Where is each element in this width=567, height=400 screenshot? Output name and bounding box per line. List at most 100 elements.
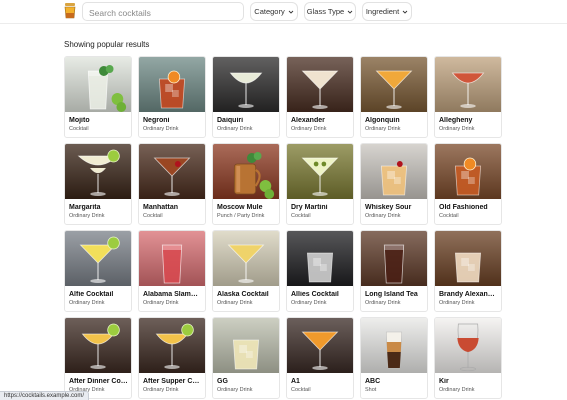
cocktail-card[interactable]: Moscow Mule Punch / Party Drink <box>212 143 280 225</box>
cocktail-card[interactable]: Allegheny Ordinary Drink <box>434 56 502 138</box>
cocktail-name[interactable]: Margarita <box>69 204 131 211</box>
cocktail-image[interactable] <box>287 231 353 286</box>
cocktail-name[interactable]: Manhattan <box>143 204 205 211</box>
cocktail-card[interactable]: Old Fashioned Cocktail <box>434 143 502 225</box>
cocktail-card[interactable]: Daiquiri Ordinary Drink <box>212 56 280 138</box>
cocktail-card[interactable]: After Supper Cocktail Ordinary Drink <box>138 317 206 399</box>
glass-type-filter[interactable]: Glass Type <box>304 2 356 21</box>
cocktail-image[interactable] <box>65 318 131 373</box>
cocktail-card[interactable]: After Dinner CocktailOrdinary Drink <box>64 317 132 399</box>
cocktail-card[interactable]: Whiskey Sour Ordinary Drink <box>360 143 428 225</box>
cocktail-name[interactable]: Alexander <box>291 117 353 124</box>
cocktail-category: Ordinary Drink <box>439 387 475 393</box>
cocktail-image[interactable] <box>139 318 205 373</box>
cocktail-card[interactable]: Alaska Cocktail Ordinary Drink <box>212 230 280 312</box>
cocktail-name[interactable]: GG <box>217 378 279 385</box>
cocktail-image[interactable] <box>213 144 279 199</box>
cocktail-card[interactable]: Brandy Alexander Ordinary Drink <box>434 230 502 312</box>
cocktail-name[interactable]: Brandy Alexander <box>439 291 501 298</box>
chevron-down-icon <box>288 10 294 14</box>
cocktail-image[interactable] <box>139 144 205 199</box>
cocktail-name[interactable]: After Dinner Cocktail <box>69 378 131 385</box>
cocktail-name[interactable]: Alaska Cocktail <box>217 291 279 298</box>
cocktail-card[interactable]: Kir Ordinary Drink <box>434 317 502 399</box>
cocktail-image[interactable] <box>361 231 427 286</box>
cocktail-image[interactable] <box>361 318 427 373</box>
cocktail-category: Cocktail <box>143 213 163 219</box>
cocktail-category: Punch / Party Drink <box>217 213 265 219</box>
cocktail-name[interactable]: Dry Martini <box>291 204 353 211</box>
cocktail-image[interactable] <box>435 57 501 112</box>
cocktail-image[interactable] <box>287 318 353 373</box>
cocktail-card[interactable]: Manhattan Cocktail <box>138 143 206 225</box>
cocktail-image[interactable] <box>139 231 205 286</box>
cocktail-name[interactable]: Alabama Slammer <box>143 291 205 298</box>
category-filter[interactable]: Category <box>250 2 298 21</box>
cocktail-image[interactable] <box>213 231 279 286</box>
cocktail-category: Cocktail <box>69 126 89 132</box>
cocktail-category: Ordinary Drink <box>365 126 401 132</box>
cocktail-image[interactable] <box>213 318 279 373</box>
cocktail-name[interactable]: Allies Cocktail <box>291 291 353 298</box>
cocktail-category: Ordinary Drink <box>217 126 253 132</box>
cocktail-image[interactable] <box>435 231 501 286</box>
cocktail-image[interactable] <box>65 144 131 199</box>
cocktail-image[interactable] <box>435 318 501 373</box>
cocktail-name[interactable]: Moscow Mule <box>217 204 279 211</box>
search-box[interactable] <box>82 2 244 22</box>
chevron-down-icon <box>347 10 353 14</box>
cocktail-card[interactable]: Long Island Tea Ordinary Drink <box>360 230 428 312</box>
cocktail-card[interactable]: Alabama Slammer Ordinary Drink <box>138 230 206 312</box>
cocktail-category: Ordinary Drink <box>143 387 179 393</box>
header: Category Glass Type Ingredient <box>0 0 567 24</box>
cocktail-name[interactable]: Mojito <box>69 117 131 124</box>
cocktail-category: Ordinary Drink <box>143 126 179 132</box>
cocktail-card[interactable]: Negroni Ordinary Drink <box>138 56 206 138</box>
cocktail-card[interactable]: Alexander Ordinary Drink <box>286 56 354 138</box>
cocktail-image[interactable] <box>287 57 353 112</box>
search-input[interactable] <box>83 4 243 22</box>
cocktail-card[interactable]: Mojito Cocktail <box>64 56 132 138</box>
cocktail-card[interactable]: Dry Martini Cocktail <box>286 143 354 225</box>
cocktail-grid: Mojito Cocktail Negroni Ordinary Drink Dai… <box>64 56 504 399</box>
cocktail-name[interactable]: Algonquin <box>365 117 427 124</box>
logo-icon[interactable] <box>62 2 78 20</box>
cocktail-category: Ordinary Drink <box>365 213 401 219</box>
cocktail-name[interactable]: Kir <box>439 378 501 385</box>
cocktail-card[interactable]: Allies Cocktail Ordinary Drink <box>286 230 354 312</box>
cocktail-image[interactable] <box>65 231 131 286</box>
cocktail-card[interactable]: ABC Shot <box>360 317 428 399</box>
cocktail-category: Ordinary Drink <box>439 300 475 306</box>
cocktail-card[interactable]: GG Ordinary Drink <box>212 317 280 399</box>
cocktail-name[interactable]: After Supper Cocktail <box>143 378 205 385</box>
cocktail-name[interactable]: Whiskey Sour <box>365 204 427 211</box>
cocktail-name[interactable]: A1 <box>291 378 353 385</box>
cocktail-card[interactable]: A1 Cocktail <box>286 317 354 399</box>
cocktail-name[interactable]: Allegheny <box>439 117 501 124</box>
category-filter-label: Category <box>254 7 285 16</box>
cocktail-category: Cocktail <box>439 213 459 219</box>
cocktail-image[interactable] <box>139 57 205 112</box>
cocktail-category: Ordinary Drink <box>69 213 105 219</box>
cocktail-image[interactable] <box>213 57 279 112</box>
cocktail-card[interactable]: Margarita Ordinary Drink <box>64 143 132 225</box>
ingredient-filter[interactable]: Ingredient <box>362 2 412 21</box>
cocktail-category: Cocktail <box>291 387 311 393</box>
cocktail-category: Shot <box>365 387 377 393</box>
cocktail-card[interactable]: Algonquin Ordinary Drink <box>360 56 428 138</box>
cocktail-image[interactable] <box>361 57 427 112</box>
cocktail-name[interactable]: Negroni <box>143 117 205 124</box>
cocktail-name[interactable]: ABC <box>365 378 427 385</box>
cocktail-image[interactable] <box>287 144 353 199</box>
cocktail-card[interactable]: Alfie Cocktail Ordinary Drink <box>64 230 132 312</box>
cocktail-name[interactable]: Old Fashioned <box>439 204 501 211</box>
cocktail-category: Ordinary Drink <box>69 300 105 306</box>
cocktail-image[interactable] <box>361 144 427 199</box>
cocktail-name[interactable]: Daiquiri <box>217 117 279 124</box>
cocktail-image[interactable] <box>435 144 501 199</box>
status-bar-url: https://cocktails.example.com/ <box>0 391 90 400</box>
cocktail-name[interactable]: Alfie Cocktail <box>69 291 131 298</box>
cocktail-image[interactable] <box>65 57 131 112</box>
cocktail-name[interactable]: Long Island Tea <box>365 291 427 298</box>
cocktail-category: Ordinary Drink <box>365 300 401 306</box>
